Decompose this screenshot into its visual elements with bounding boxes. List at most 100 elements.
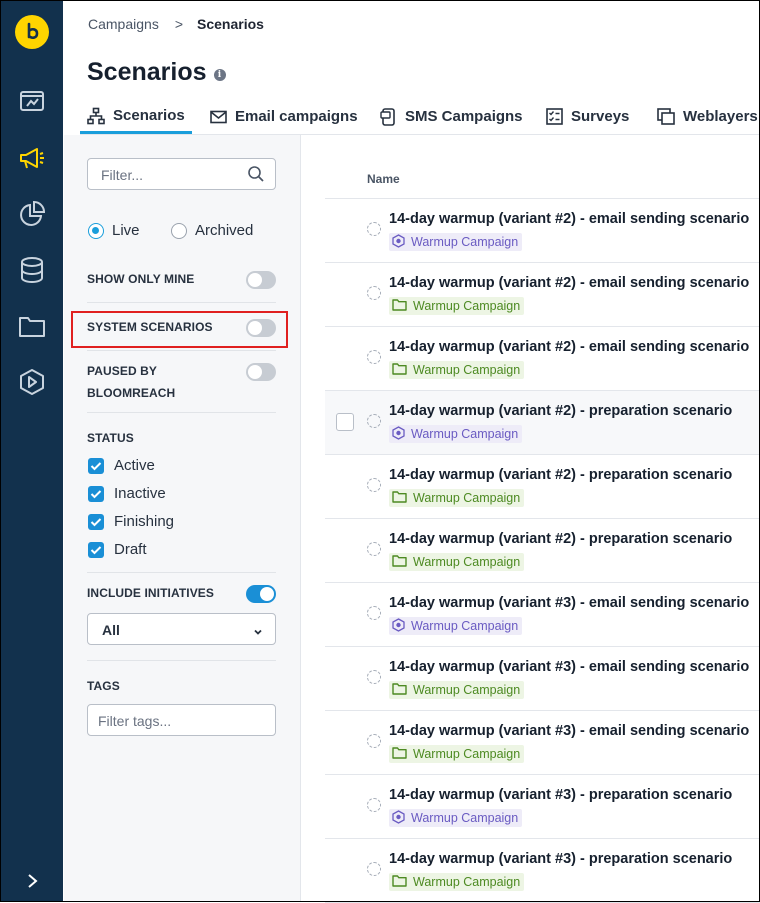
folder-tag[interactable]: Warmup Campaign [389, 361, 525, 379]
tag-label: Warmup Campaign [413, 747, 521, 761]
include-initiatives-toggle[interactable] [246, 585, 276, 603]
divider [87, 660, 276, 661]
initiative-tag[interactable]: Warmup Campaign [389, 617, 523, 635]
filter-search-field[interactable] [87, 158, 276, 190]
status-inactive-checkbox[interactable]: Inactive [88, 485, 166, 502]
table-row[interactable]: 14-day warmup (variant #3) - preparation… [325, 775, 760, 839]
table-row[interactable]: 14-day warmup (variant #3) - email sendi… [325, 647, 760, 711]
divider [87, 572, 276, 573]
initiative-icon [392, 425, 405, 443]
status-active-checkbox[interactable]: Active [88, 457, 155, 474]
breadcrumb-campaigns[interactable]: Campaigns [88, 16, 159, 32]
folder-tag[interactable]: Warmup Campaign [389, 681, 525, 699]
folder-tag[interactable]: Warmup Campaign [389, 745, 525, 763]
table-row[interactable]: 14-day warmup (variant #2) - email sendi… [325, 199, 760, 263]
status-draft-checkbox[interactable]: Draft [88, 541, 147, 558]
include-initiatives-label: INCLUDE INITIATIVES [87, 586, 215, 600]
scenario-name[interactable]: 14-day warmup (variant #3) - preparation… [389, 787, 732, 803]
table-row[interactable]: 14-day warmup (variant #2) - email sendi… [325, 327, 760, 391]
initiative-tag[interactable]: Warmup Campaign [389, 233, 523, 251]
search-icon[interactable] [247, 165, 265, 188]
filter-input[interactable] [99, 166, 243, 184]
tab-surveys[interactable]: Surveys [546, 100, 629, 133]
tag-label: Warmup Campaign [413, 363, 521, 377]
tag-label: Warmup Campaign [411, 235, 519, 249]
scenario-name[interactable]: 14-day warmup (variant #2) - email sendi… [389, 211, 749, 227]
tab-label: Surveys [571, 108, 630, 125]
tab-sms-campaigns[interactable]: SMS Campaigns [380, 100, 523, 133]
radio-archived-dot[interactable] [171, 222, 187, 239]
tag-label: Warmup Campaign [413, 875, 521, 889]
folder-icon [392, 554, 407, 570]
tab-email-campaigns[interactable]: Email campaigns [210, 100, 358, 133]
table-row[interactable]: 14-day warmup (variant #3) - preparation… [325, 839, 760, 903]
table-row[interactable]: 14-day warmup (variant #2) - preparation… [325, 391, 760, 455]
weblayer-icon [657, 108, 675, 125]
divider [87, 412, 276, 413]
page-title-row: Scenarios i [87, 58, 226, 87]
folder-tag[interactable]: Warmup Campaign [389, 489, 525, 507]
initiative-tag[interactable]: Warmup Campaign [389, 809, 523, 827]
scenario-name[interactable]: 14-day warmup (variant #3) - preparation… [389, 851, 732, 867]
scenario-name[interactable]: 14-day warmup (variant #3) - email sendi… [389, 595, 749, 611]
tab-weblayers[interactable]: Weblayers [657, 100, 758, 133]
radio-live-label: Live [112, 222, 140, 239]
highlight-box [71, 311, 288, 348]
info-icon[interactable]: i [213, 68, 226, 81]
radio-archived[interactable]: Archived [171, 222, 253, 239]
scenario-name[interactable]: 14-day warmup (variant #2) - email sendi… [389, 339, 749, 355]
tab-scenarios[interactable]: Scenarios [80, 100, 192, 134]
checkbox-label: Finishing [114, 513, 175, 530]
table-row[interactable]: 14-day warmup (variant #3) - email sendi… [325, 583, 760, 647]
radio-archived-label: Archived [195, 222, 254, 239]
tag-label: Warmup Campaign [411, 427, 519, 441]
tags-filter-field[interactable] [87, 704, 276, 736]
table-row[interactable]: 14-day warmup (variant #2) - preparation… [325, 455, 760, 519]
analytics-pie-icon[interactable] [17, 199, 47, 229]
folder-tag[interactable]: Warmup Campaign [389, 553, 525, 571]
scenario-name[interactable]: 14-day warmup (variant #3) - email sendi… [389, 659, 749, 675]
initiative-tag[interactable]: Warmup Campaign [389, 425, 523, 443]
checkbox-icon[interactable] [88, 513, 104, 530]
scenario-name[interactable]: 14-day warmup (variant #2) - preparation… [389, 403, 732, 419]
folder-tag[interactable]: Warmup Campaign [389, 873, 525, 891]
initiatives-select[interactable]: All [87, 613, 276, 645]
checkbox-icon[interactable] [88, 457, 104, 474]
tags-heading: TAGS [87, 679, 120, 693]
nav-rail [1, 1, 63, 901]
table-row[interactable]: 14-day warmup (variant #3) - email sendi… [325, 711, 760, 775]
folder-icon[interactable] [17, 311, 47, 341]
radio-live[interactable]: Live [88, 222, 140, 239]
row-select-checkbox[interactable] [336, 413, 354, 431]
tab-label: Scenarios [113, 107, 185, 124]
initiative-icon [392, 617, 405, 635]
status-finishing-checkbox[interactable]: Finishing [88, 513, 174, 530]
status-circle-icon [367, 350, 381, 364]
scenario-name[interactable]: 14-day warmup (variant #2) - preparation… [389, 531, 732, 547]
scenario-name[interactable]: 14-day warmup (variant #3) - email sendi… [389, 723, 749, 739]
status-circle-icon [367, 542, 381, 556]
table-row[interactable]: 14-day warmup (variant #2) - email sendi… [325, 263, 760, 327]
play-hexagon-icon[interactable] [17, 367, 47, 397]
scenario-name[interactable]: 14-day warmup (variant #2) - email sendi… [389, 275, 749, 291]
database-icon[interactable] [17, 255, 47, 285]
status-circle-icon [367, 798, 381, 812]
paused-by-bloomreach-toggle[interactable] [246, 363, 276, 381]
checkbox-icon[interactable] [88, 541, 104, 558]
bloomreach-logo[interactable] [15, 15, 49, 49]
status-circle-icon [367, 734, 381, 748]
tags-filter-input[interactable] [96, 712, 270, 730]
expand-chevron-icon[interactable] [23, 869, 43, 893]
megaphone-icon[interactable] [17, 143, 47, 173]
flow-icon [87, 107, 105, 125]
status-circle-icon [367, 670, 381, 684]
column-header-name[interactable]: Name [367, 172, 400, 186]
tab-label: SMS Campaigns [405, 108, 523, 125]
scenario-name[interactable]: 14-day warmup (variant #2) - preparation… [389, 467, 732, 483]
dashboard-icon[interactable] [17, 87, 47, 117]
folder-tag[interactable]: Warmup Campaign [389, 297, 525, 315]
checkbox-icon[interactable] [88, 485, 104, 502]
radio-live-dot[interactable] [88, 222, 104, 239]
show-only-mine-toggle[interactable] [246, 271, 276, 289]
table-row[interactable]: 14-day warmup (variant #2) - preparation… [325, 519, 760, 583]
